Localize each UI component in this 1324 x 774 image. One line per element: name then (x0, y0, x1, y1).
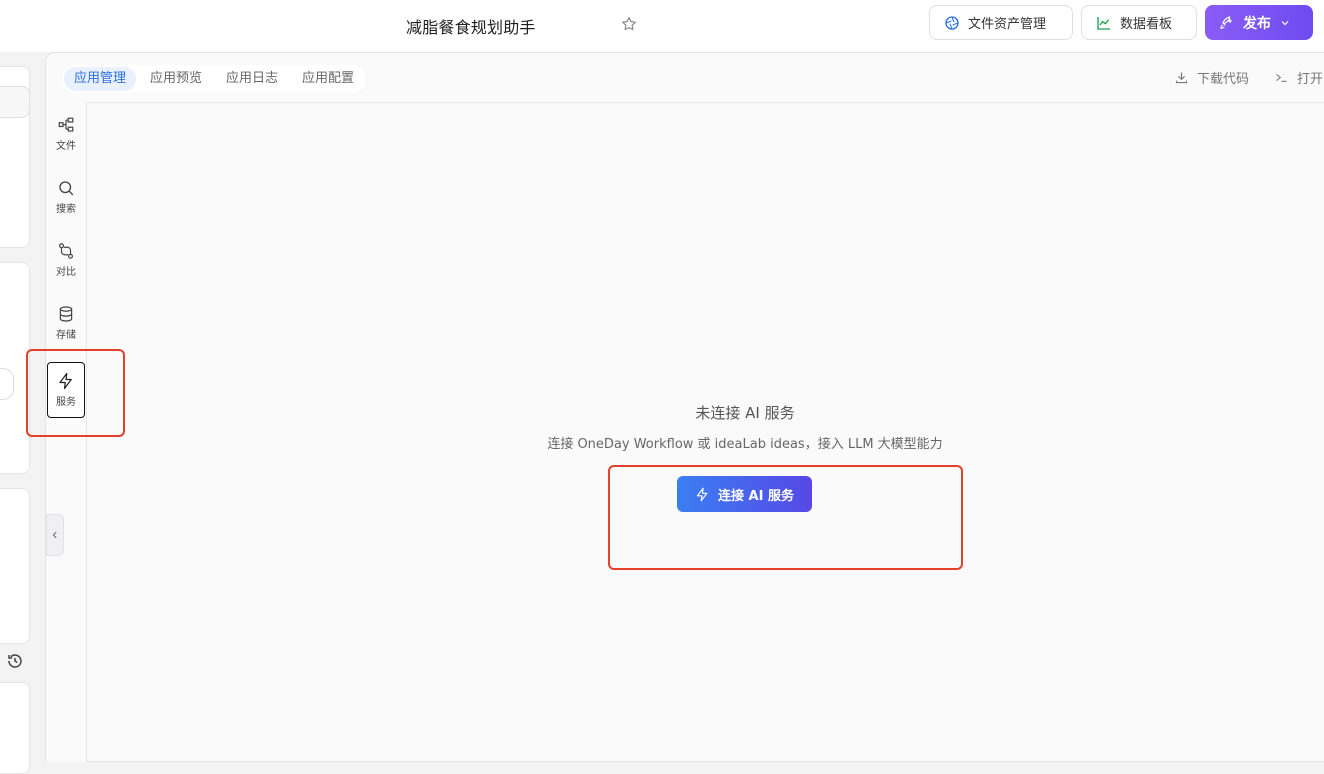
terminal-icon (1276, 73, 1287, 82)
sidebar-item-storage[interactable]: 存储 (46, 295, 86, 351)
tab-app-config[interactable]: 应用配置 (292, 67, 364, 91)
open-terminal-button[interactable]: 打开 (1274, 68, 1323, 87)
sidebar-item-search[interactable]: 搜索 (46, 169, 86, 225)
rocket-icon (1220, 15, 1232, 29)
publish-label: 发布 (1243, 15, 1271, 32)
download-code-label: 下载代码 (1197, 72, 1250, 87)
tab-app-logs[interactable]: 应用日志 (216, 67, 288, 91)
diff-icon (59, 243, 73, 259)
file-assets-button[interactable]: 文件资产管理 (929, 5, 1073, 40)
search-icon (59, 181, 74, 196)
line-chart-icon (1097, 16, 1110, 30)
star-icon[interactable] (620, 15, 638, 33)
highlight-box-button (608, 465, 963, 570)
open-terminal-label: 打开 (1297, 72, 1324, 87)
main-panel: 应用管理 应用预览 应用日志 应用配置 下载代码 打开 文件 搜索 对比 存储 … (45, 52, 1324, 762)
download-icon (1175, 72, 1188, 84)
dashboard-label: 数据看板 (1120, 17, 1173, 32)
sidebar-item-label: 搜索 (56, 204, 76, 215)
tab-app-preview[interactable]: 应用预览 (140, 67, 212, 91)
sidebar-item-diff[interactable]: 对比 (46, 232, 86, 288)
database-icon (59, 306, 73, 322)
top-bar: 减脂餐食规划助手 文件资产管理 数据看板 发布 (0, 0, 1324, 52)
collapse-handle[interactable] (46, 514, 64, 556)
highlight-box-sidebar (26, 349, 125, 437)
panel-toggle[interactable] (0, 368, 14, 400)
file-tree-icon (58, 117, 74, 132)
collapsed-panel-card (0, 682, 30, 774)
file-assets-label: 文件资产管理 (968, 17, 1047, 32)
collapsed-panel-card (0, 488, 30, 644)
tab-app-management[interactable]: 应用管理 (64, 67, 137, 91)
dashboard-button[interactable]: 数据看板 (1081, 5, 1197, 40)
history-icon[interactable] (6, 652, 24, 670)
chevron-down-icon (1281, 20, 1289, 25)
publish-button[interactable]: 发布 (1205, 5, 1313, 40)
empty-state-title: 未连接 AI 服务 (695, 404, 795, 422)
sidebar-item-files[interactable]: 文件 (46, 106, 86, 162)
aperture-icon (945, 15, 959, 30)
app-title: 减脂餐食规划助手 (406, 18, 536, 37)
sidebar-item-label: 文件 (56, 141, 76, 152)
sidebar-item-label: 存储 (56, 330, 76, 341)
collapsed-panel-item (0, 86, 30, 118)
download-code-button[interactable]: 下载代码 (1174, 68, 1249, 87)
empty-state-description: 连接 OneDay Workflow 或 ideaLab ideas，接入 LL… (547, 437, 943, 452)
sidebar-item-label: 对比 (56, 267, 76, 278)
chevron-left-icon (52, 531, 57, 539)
tab-bar: 应用管理 应用预览 应用日志 应用配置 下载代码 打开 (46, 53, 1324, 103)
tab-group: 应用管理 应用预览 应用日志 应用配置 (62, 65, 367, 93)
